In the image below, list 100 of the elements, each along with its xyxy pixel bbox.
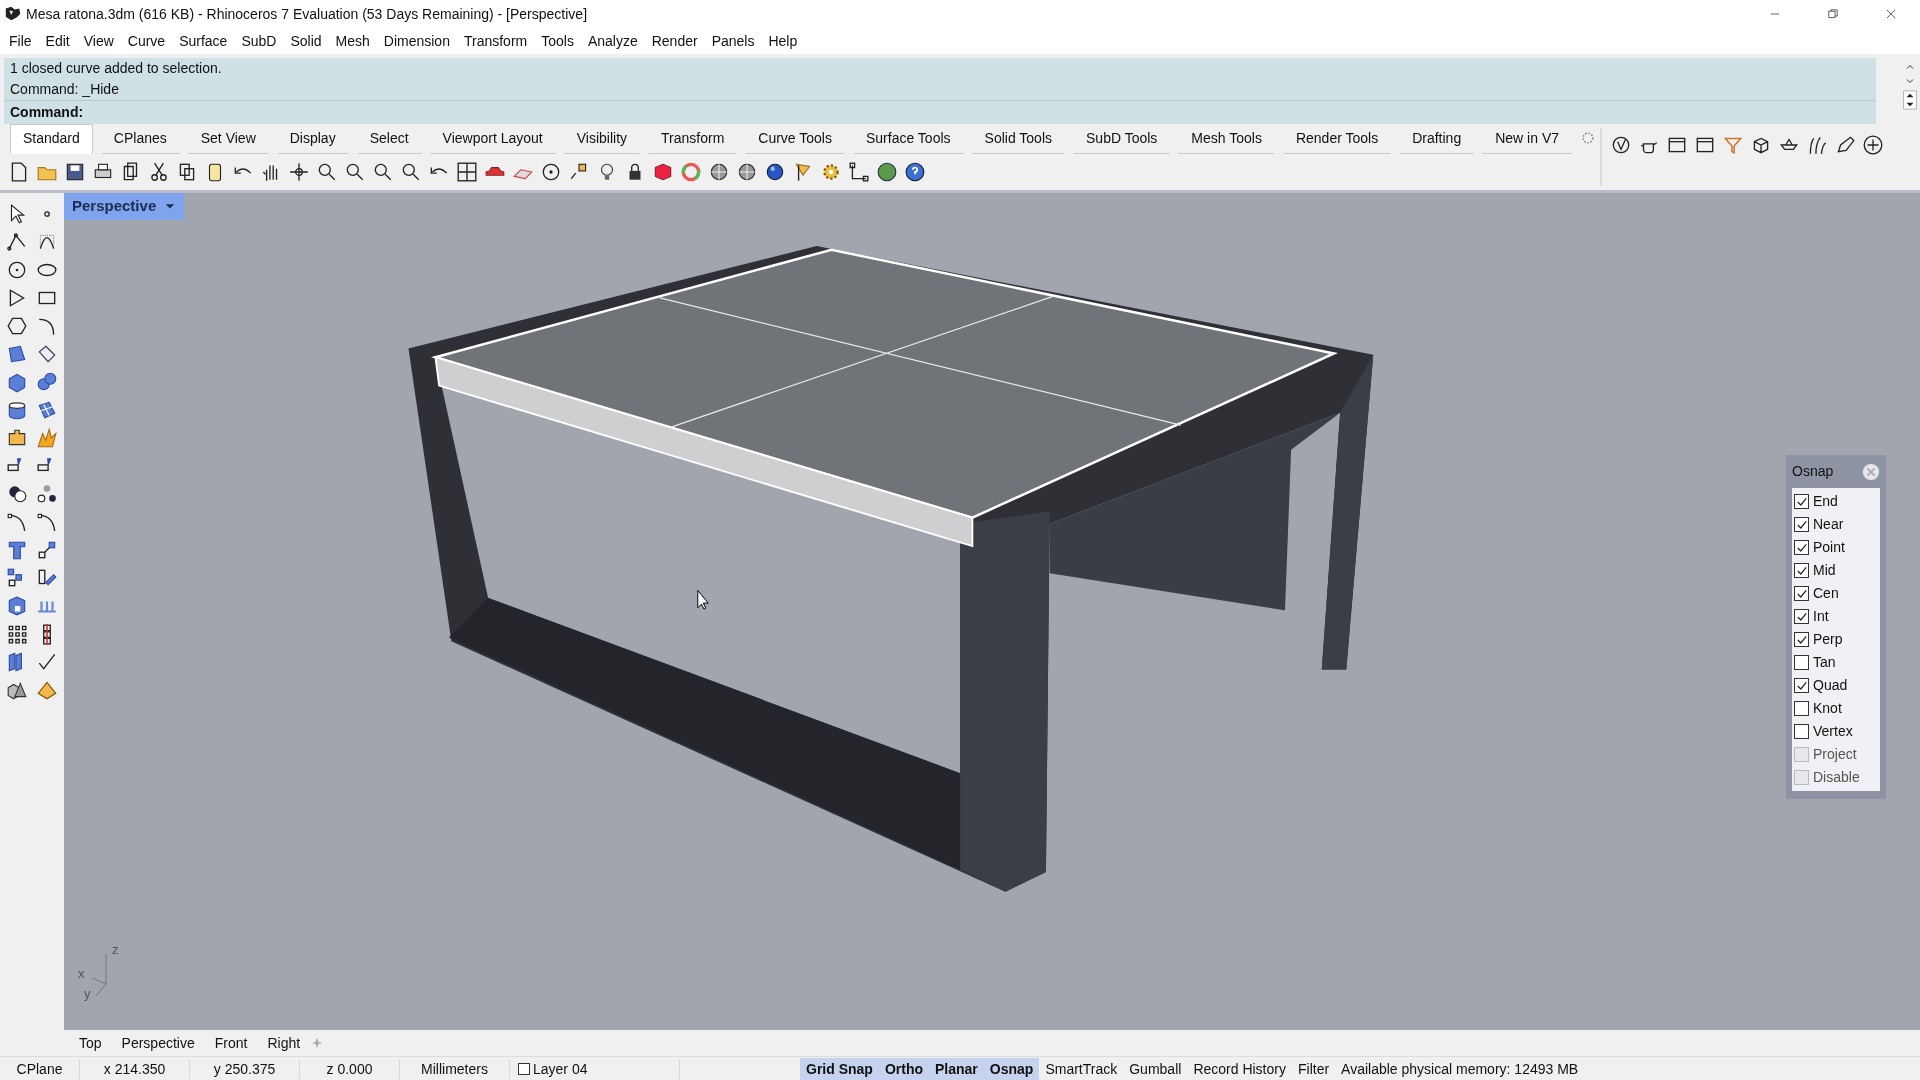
menu-item[interactable]: Curve — [120, 30, 173, 52]
status-toggle[interactable]: Ortho — [878, 1057, 929, 1080]
view-tab[interactable]: Top — [70, 1032, 111, 1054]
polyline-icon[interactable] — [6, 231, 28, 253]
spin-buttons-icon[interactable] — [1903, 90, 1917, 110]
menu-item[interactable]: Dimension — [376, 30, 457, 52]
checkbox[interactable] — [1794, 678, 1809, 693]
scroll-down-icon[interactable] — [1905, 76, 1915, 86]
close-icon[interactable] — [1884, 7, 1898, 21]
menu-item[interactable]: File — [2, 30, 39, 52]
surface-icon[interactable] — [6, 343, 28, 365]
magnifier-icon[interactable] — [316, 161, 338, 183]
toolbar-tab[interactable]: Curve Tools — [745, 124, 845, 154]
checkbox[interactable] — [1794, 632, 1809, 647]
view-tab[interactable]: Perspective — [112, 1032, 204, 1054]
sphere-icon[interactable] — [764, 161, 786, 183]
view-tab[interactable]: Right — [258, 1032, 310, 1054]
letter-t-icon[interactable] — [6, 539, 28, 561]
boolean-icon[interactable] — [6, 483, 28, 505]
restore-icon[interactable] — [1826, 7, 1840, 21]
toolbar-tab[interactable]: New in V7 — [1482, 124, 1572, 154]
toolbar-tab[interactable]: Surface Tools — [853, 124, 964, 154]
toolbar-tab[interactable]: Standard — [10, 124, 93, 154]
toolbar-tab[interactable]: Drafting — [1399, 124, 1475, 154]
toolbar-tab[interactable]: Viewport Layout — [429, 124, 556, 154]
crosshair-circle-icon[interactable] — [1862, 134, 1884, 156]
color-wheel-icon[interactable] — [680, 161, 702, 183]
layer-selector[interactable]: Layer 04 — [510, 1058, 680, 1079]
menu-item[interactable]: SubD — [234, 30, 284, 52]
solids-icon[interactable] — [6, 679, 28, 701]
settings-icon[interactable] — [1580, 130, 1596, 146]
dot-grid-icon[interactable] — [6, 623, 28, 645]
circle-icon[interactable] — [6, 259, 28, 281]
menu-item[interactable]: Panels — [704, 30, 762, 52]
toolbar-tab[interactable]: Display — [276, 124, 349, 154]
mesh-surface-icon[interactable] — [36, 399, 58, 421]
toolbar-tab[interactable]: SubD Tools — [1073, 124, 1171, 154]
help-icon[interactable] — [904, 161, 926, 183]
toolbar-tab[interactable]: Render Tools — [1282, 124, 1392, 154]
status-toggle[interactable]: Grid Snap — [800, 1057, 879, 1080]
dimension-icon[interactable] — [848, 161, 870, 183]
checkbox[interactable] — [1794, 724, 1809, 739]
sphere-icon[interactable] — [708, 161, 730, 183]
checkbox[interactable] — [1794, 540, 1809, 555]
menu-item[interactable]: Transform — [456, 30, 535, 52]
status-toggle[interactable]: Planar — [929, 1057, 984, 1080]
dots-icon[interactable] — [36, 483, 58, 505]
menu-item[interactable]: Analyze — [580, 30, 645, 52]
status-toggle[interactable]: Osnap — [983, 1057, 1040, 1080]
status-toggle[interactable]: SmartTrack — [1039, 1057, 1124, 1080]
pyramid-icon[interactable] — [36, 679, 58, 701]
scissors-icon[interactable] — [148, 161, 170, 183]
grid-icon[interactable] — [456, 161, 478, 183]
scroll-up-icon[interactable] — [1905, 62, 1915, 72]
viewport-title[interactable]: Perspective — [64, 193, 185, 220]
menu-item[interactable]: Edit — [38, 30, 77, 52]
block-icon[interactable] — [6, 595, 28, 617]
checkbox[interactable] — [1794, 494, 1809, 509]
scale-arrow-icon[interactable] — [36, 539, 58, 561]
menu-item[interactable]: View — [76, 30, 121, 52]
menu-item[interactable]: Render — [644, 30, 705, 52]
toolbar-tab[interactable]: Mesh Tools — [1178, 124, 1275, 154]
status-toggle[interactable]: Filter — [1291, 1057, 1336, 1080]
cylinder-icon[interactable] — [6, 399, 28, 421]
hexagon-icon[interactable] — [6, 315, 28, 337]
burst-icon[interactable] — [36, 427, 58, 449]
menu-item[interactable]: Help — [761, 30, 805, 52]
v-circle-icon[interactable] — [1610, 134, 1632, 156]
menu-item[interactable]: Surface — [172, 30, 235, 52]
command-prompt[interactable]: Command: — [4, 100, 1876, 123]
toolbar-tab[interactable]: CPlanes — [100, 124, 180, 154]
toolbar-tab[interactable]: Select — [356, 124, 422, 154]
toolbar-tab[interactable]: Visibility — [563, 124, 641, 154]
checkbox[interactable] — [1794, 701, 1809, 716]
menu-item[interactable]: Solid — [283, 30, 329, 52]
cube-icon[interactable] — [6, 371, 28, 393]
checkbox[interactable] — [1794, 563, 1809, 578]
spheres-icon[interactable] — [36, 371, 58, 393]
menu-item[interactable]: Tools — [534, 30, 581, 52]
magnifier-icon[interactable] — [344, 161, 366, 183]
toolbar-tab[interactable]: Solid Tools — [971, 124, 1065, 154]
toolbar-tab[interactable]: Transform — [648, 124, 738, 154]
checkbox[interactable] — [1794, 586, 1809, 601]
fillet-curve-icon[interactable] — [36, 511, 58, 533]
checkbox[interactable] — [1794, 655, 1809, 670]
view-tab[interactable]: Front — [205, 1032, 257, 1054]
checkbox[interactable] — [1794, 609, 1809, 624]
circle-point-icon[interactable] — [540, 161, 562, 183]
sphere-icon[interactable] — [736, 161, 758, 183]
magnifier-icon[interactable] — [372, 161, 394, 183]
fillet-curve-icon[interactable] — [6, 511, 28, 533]
toolbar-tab[interactable]: Set View — [187, 124, 269, 154]
status-toggle[interactable]: Record History — [1187, 1057, 1292, 1080]
status-toggle[interactable]: Gumball — [1123, 1057, 1188, 1080]
globe-icon[interactable] — [876, 161, 898, 183]
checkbox[interactable] — [1794, 517, 1809, 532]
gear-icon[interactable] — [820, 161, 842, 183]
menu-item[interactable]: Mesh — [328, 30, 377, 52]
bent-surface-icon[interactable] — [36, 343, 58, 365]
magnifier-icon[interactable] — [400, 161, 422, 183]
